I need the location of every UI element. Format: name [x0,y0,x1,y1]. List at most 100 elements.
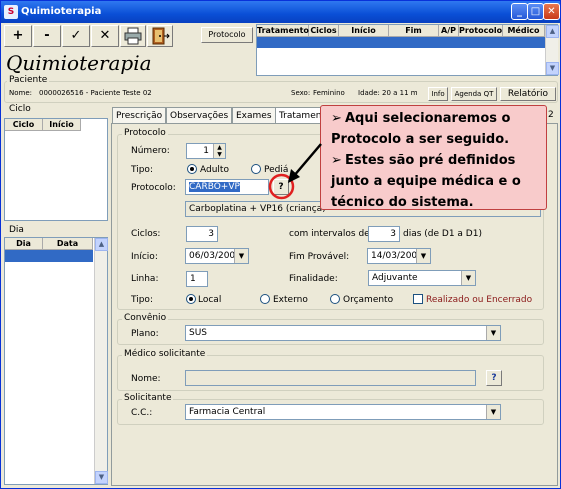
add-button[interactable]: + [4,25,32,47]
patient-name: 0000026516 - Paciente Teste 02 [39,89,152,97]
ciclos-label: Ciclos: [131,229,161,239]
realizado-label: Realizado ou Encerrado [426,295,533,305]
tipo-orcamento-radio[interactable] [330,294,340,304]
callout-line-1: Aqui selecionaremos o Protocolo a ser se… [331,111,511,147]
tipo-label: Tipo: [131,165,153,175]
protocolo-input[interactable]: CARBO+VP [185,179,269,195]
finalidade-label: Finalidade: [289,274,338,284]
stepper-arrows-icon[interactable]: ▲ ▼ [213,144,225,158]
grid-scrollbar[interactable]: ▲ ▼ [545,25,559,75]
cc-value: Farmacia Central [189,407,266,417]
page-title: Quimioterapia [6,51,152,75]
scroll-down-icon[interactable]: ▼ [95,471,108,484]
medico-help-button[interactable]: ? [486,370,502,386]
grid-header[interactable]: Dia [5,238,43,250]
age-label: Idade: [358,89,380,97]
dia-grid[interactable]: Dia Data ▲ ▼ [4,237,108,485]
dias-label: dias (de D1 a D1) [403,229,482,239]
chevron-down-icon[interactable]: ▼ [234,249,248,263]
sex-label: Sexo: [291,89,311,97]
finalidade-select[interactable]: Adjuvante ▼ [368,270,476,286]
tipo-local-label: Local [198,295,222,305]
grid-header[interactable]: Data [43,238,93,250]
intervalos-input[interactable]: 3 [368,226,400,242]
chevron-down-icon[interactable]: ▼ [461,271,475,285]
info-button[interactable]: Info [428,87,448,101]
cancel-button[interactable]: ✕ [91,25,119,47]
grid-header[interactable]: Ciclo [5,119,43,131]
cc-select[interactable]: Farmacia Central ▼ [185,404,501,420]
close-button[interactable]: ✕ [543,3,560,20]
numero-label: Número: [131,146,170,156]
tipo-orcamento-label: Orçamento [343,295,394,305]
treatment-grid[interactable]: Tratamento Ciclos Início Fim A/P Protoco… [256,24,559,76]
tipo-adulto-label: Adulto [200,165,229,175]
confirm-button[interactable]: ✓ [62,25,90,47]
age-value: 20 a 11 m [382,89,418,97]
ciclo-grid[interactable]: Ciclo Início [4,118,108,221]
tipo-pediatrico-radio[interactable] [251,164,261,174]
linha-label: Linha: [131,274,159,284]
medico-nome-input[interactable] [185,370,476,386]
intervalos-label: com intervalos de [289,229,370,239]
annotation-callout: ➢ Aqui selecionaremos o Protocolo a ser s… [320,105,547,210]
dia-title: Dia [7,225,26,235]
ciclo-title: Ciclo [7,104,33,114]
tab-exames[interactable]: Exames [232,107,276,123]
minimize-button[interactable]: _ [511,3,528,20]
nome-label: Nome: [9,89,33,97]
inicio-label: Início: [131,252,158,262]
main-window: S Quimioterapia _ □ ✕ + - ✓ ✕ Protocolo … [0,0,561,489]
grid-header[interactable]: Início [43,119,81,131]
finalidade-value: Adjuvante [372,273,418,283]
grid-header[interactable]: Início [339,25,389,37]
relatorio-button[interactable]: Relatório [500,87,556,101]
print-button[interactable] [120,25,146,47]
tipo-adulto-radio[interactable] [187,164,197,174]
callout-line-2: Estes são pré definidos junto a equipe m… [331,153,521,210]
chevron-down-icon[interactable]: ▼ [486,326,500,340]
chevron-down-icon[interactable]: ▼ [416,249,430,263]
scroll-down-icon[interactable]: ▼ [546,62,559,75]
fim-label: Fim Provável: [289,252,350,262]
tipo-local-radio[interactable] [186,294,196,304]
tipo-externo-radio[interactable] [260,294,270,304]
grid-header[interactable]: Fim [389,25,439,37]
grid-header[interactable]: Médico [503,25,545,37]
protocolo-group-label: Protocolo [122,128,168,138]
grid-header[interactable]: Protocolo [459,25,503,37]
scroll-up-icon[interactable]: ▲ [95,238,108,251]
dia-scrollbar[interactable]: ▲ ▼ [94,238,108,484]
arrow-bullet-icon: ➢ [331,153,342,168]
agenda-qt-button[interactable]: Agenda QT [451,87,497,101]
protocolo-value: CARBO+VP [189,182,240,192]
grid-header[interactable]: Tratamento [257,25,309,37]
maximize-button[interactable]: □ [527,3,544,20]
tab-suffix: 2 [548,110,554,120]
title-bar: S Quimioterapia _ □ ✕ [1,1,560,23]
selected-row[interactable] [257,37,545,48]
realizado-checkbox[interactable] [413,294,423,304]
convenio-label: Convênio [122,313,169,323]
linha-input[interactable]: 1 [186,271,208,287]
fim-date-picker[interactable]: 14/03/2009 ▼ [367,248,431,264]
tipo-externo-label: Externo [273,295,308,305]
protocolo-label: Protocolo: [131,183,176,193]
chevron-down-icon[interactable]: ▼ [486,405,500,419]
selected-row[interactable] [5,250,93,262]
inicio-date-picker[interactable]: 06/03/2009 ▼ [185,248,249,264]
plano-value: SUS [189,328,208,338]
scroll-up-icon[interactable]: ▲ [546,25,559,38]
tab-prescricao[interactable]: Prescrição [112,107,167,123]
ciclos-input[interactable]: 3 [186,226,218,242]
door-exit-icon [152,27,170,45]
exit-button[interactable] [147,25,173,47]
window-title: Quimioterapia [21,6,102,17]
protocolo-button[interactable]: Protocolo [201,27,253,43]
remove-button[interactable]: - [33,25,61,47]
grid-header[interactable]: Ciclos [309,25,339,37]
grid-header[interactable]: A/P [439,25,459,37]
pointer-arrow [288,143,322,183]
tab-observacoes[interactable]: Observações [166,107,233,123]
plano-select[interactable]: SUS ▼ [185,325,501,341]
